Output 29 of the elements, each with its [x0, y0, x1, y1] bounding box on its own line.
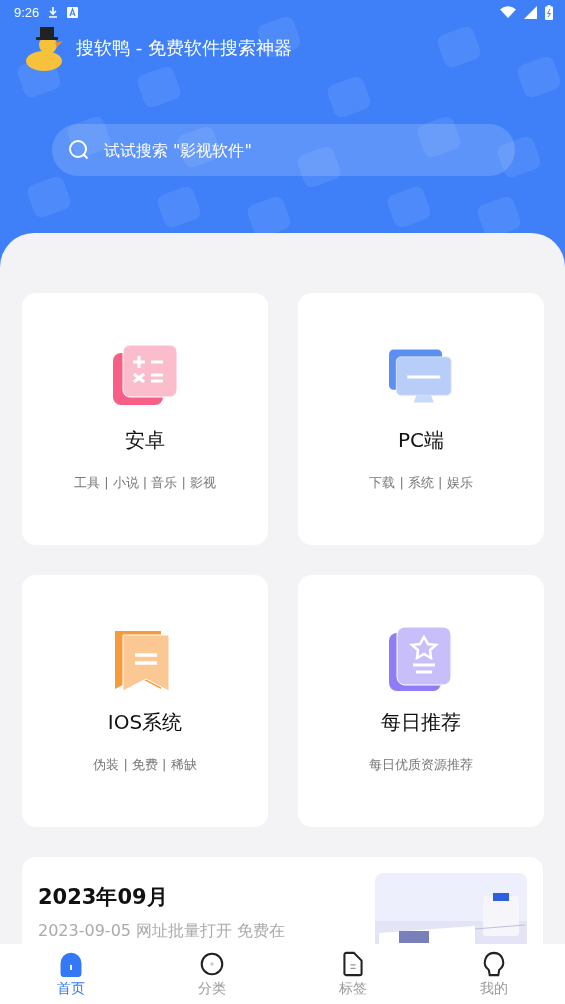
category-name: IOS系统 [107, 709, 183, 736]
home-icon [58, 950, 83, 977]
category-tags: 下载 | 系统 | 娱乐 [369, 474, 473, 492]
category-card[interactable]: 每日推荐 每日优质资源推荐 [298, 575, 544, 827]
news-card[interactable]: 2023年09月 2023-09-05 网址批量打开 免费在 [22, 857, 543, 944]
category-card[interactable]: 安卓 工具 | 小说 | 音乐 | 影视 [22, 293, 268, 545]
search-icon [68, 139, 90, 161]
circle-icon [199, 950, 224, 977]
news-title: 2023年09月 [38, 884, 169, 911]
category-card[interactable]: IOS系统 伪装 | 免费 | 稀缺 [22, 575, 268, 827]
category-name: 每日推荐 [381, 709, 461, 736]
category-tags: 每日优质资源推荐 [369, 756, 473, 774]
category-tags: 伪装 | 免费 | 稀缺 [93, 756, 197, 774]
category-tags: 工具 | 小说 | 音乐 | 影视 [74, 474, 216, 492]
category-name: 安卓 [125, 427, 165, 454]
signal-icon [524, 5, 537, 19]
nav-tab[interactable]: 首页 [0, 944, 142, 1004]
keyboard-icon [67, 6, 79, 18]
download-icon [47, 6, 60, 18]
status-time: 9:26 [14, 4, 40, 20]
category-name: PC端 [398, 427, 444, 454]
star-badge-icon [389, 627, 453, 691]
document-icon [341, 950, 366, 977]
app-title: 搜软鸭 - 免费软件搜索神器 [76, 36, 292, 60]
battery-icon [545, 4, 553, 20]
news-line: 2023-09-05 网址批量打开 免费在 [38, 921, 287, 942]
wifi-icon [500, 6, 516, 18]
category-card[interactable]: PC端 下载 | 系统 | 娱乐 [298, 293, 544, 545]
user-icon [482, 950, 507, 977]
